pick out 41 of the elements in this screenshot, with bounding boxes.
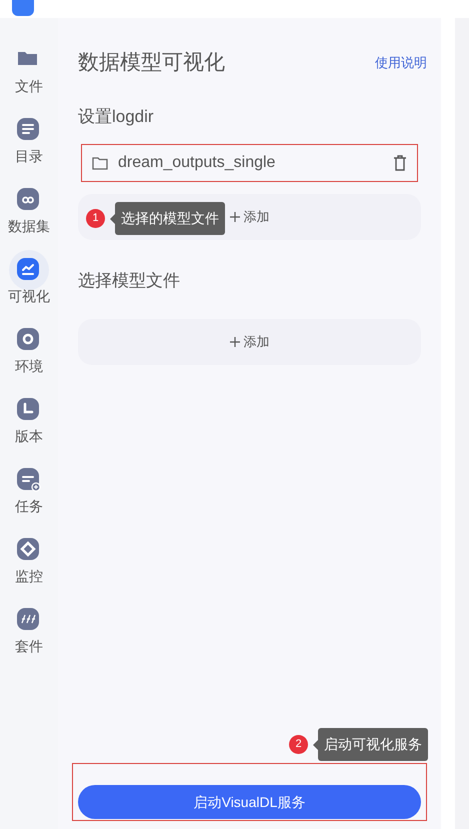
help-link[interactable]: 使用说明 [375,53,427,73]
sidebar-item[interactable]: 监控 [0,530,58,600]
sidebar-item[interactable]: 可视化 [0,250,58,320]
trash-icon [393,155,407,171]
sidebar-label: 环境 [15,357,43,375]
add-button[interactable]: 添加 [78,319,421,365]
panel-title: 数据模型可视化 [78,50,225,76]
sidebar-item[interactable]: 环境 [0,320,58,390]
folder-entry[interactable]: dream_outputs_single [81,144,418,182]
sidebar-item[interactable]: 版本 [0,390,58,460]
corner-icon [16,397,42,423]
chart-icon [16,257,42,283]
folder-name: dream_outputs_single [118,153,276,173]
sidebar-label: 监控 [15,567,43,585]
sidebar-label: 文件 [15,77,43,95]
start-button[interactable]: 启动VisualDL服务 [78,785,421,819]
sidebar-label: 套件 [15,637,43,655]
scribble-icon [16,607,42,633]
sidebar-item[interactable]: 数据集 [0,180,58,250]
folder-icon [92,156,108,170]
tooltip-text: 选择的模型文件 [121,209,219,228]
sidebar-item[interactable]: 套件 [0,600,58,670]
sidebar-label: 目录 [15,147,43,165]
app-logo-icon [12,0,34,16]
ring-icon [16,327,42,353]
tooltip-text: 启动可视化服务 [324,735,422,754]
sidebar-item[interactable]: 任务 [0,460,58,530]
plus-icon [230,337,240,347]
section-title: 选择模型文件 [78,270,181,292]
sidebar-item[interactable]: 文件 [0,40,58,110]
sidebar-item[interactable]: 目录 [0,110,58,180]
sidebar-label: 可视化 [8,287,50,305]
sidebar-label: 数据集 [8,217,50,235]
task-icon [16,467,42,493]
section-title: 设置logdir [78,106,155,128]
sidebar-label: 版本 [15,427,43,445]
list-icon [16,117,42,143]
plus-icon [230,212,240,222]
link-icon [16,187,42,213]
delete-button[interactable] [393,155,407,171]
sidebar-label: 任务 [15,497,43,515]
